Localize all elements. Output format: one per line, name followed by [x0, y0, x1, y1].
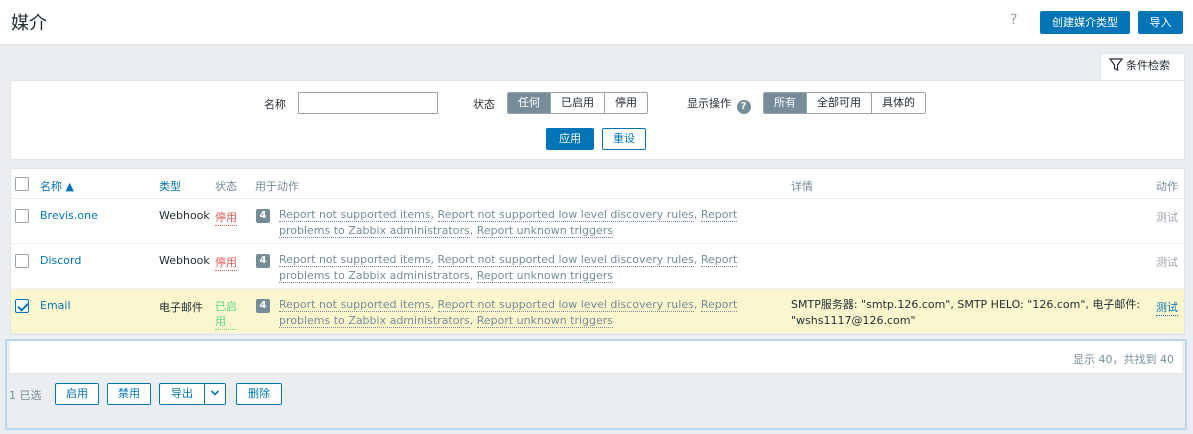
help-icon[interactable]: ?: [1010, 12, 1017, 28]
pagination-summary: 显示 40，共找到 40: [1073, 353, 1174, 366]
import-button[interactable]: 导入: [1138, 11, 1183, 34]
status-option-enabled[interactable]: 已启用: [551, 93, 605, 113]
row-checkbox[interactable]: [15, 299, 29, 313]
table-header-row: 名称 ▲ 类型 状态 用于动作 详情 动作: [11, 169, 1184, 199]
test-button[interactable]: 测试: [1156, 209, 1178, 225]
test-button[interactable]: 测试: [1156, 254, 1178, 270]
filter-tab-label: 条件检索: [1126, 59, 1170, 72]
select-all-checkbox[interactable]: [15, 177, 29, 191]
status-toggle[interactable]: 停用: [215, 254, 237, 271]
test-button[interactable]: 测试: [1156, 299, 1178, 316]
status-toggle[interactable]: 已启用: [215, 299, 237, 330]
export-dropdown-button[interactable]: [204, 383, 226, 405]
table-row: Brevis.one Webhook 停用 4 Report not suppo…: [11, 199, 1184, 244]
row-checkbox[interactable]: [15, 209, 29, 223]
column-used-in-actions: 用于动作: [255, 180, 299, 193]
pagination-bar: 显示 40，共找到 40: [10, 341, 1182, 374]
media-type: Webhook: [159, 209, 210, 222]
filter-name-input[interactable]: [298, 92, 438, 114]
action-link[interactable]: Report not supported low level discovery…: [437, 208, 694, 222]
column-name[interactable]: 名称 ▲: [40, 178, 74, 194]
used-in-actions: Report not supported items, Report not s…: [279, 208, 738, 238]
delete-button[interactable]: 删除: [236, 383, 282, 405]
actions-option-specific[interactable]: 具体的: [872, 93, 925, 113]
export-button[interactable]: 导出: [159, 383, 205, 405]
filter-status-label: 状态: [473, 98, 495, 111]
action-link[interactable]: Report unknown triggers: [476, 224, 614, 238]
actions-option-all-available[interactable]: 全部可用: [807, 93, 872, 113]
action-count-badge: 4: [256, 299, 270, 313]
action-link[interactable]: Report not supported low level discovery…: [437, 253, 694, 267]
row-checkbox[interactable]: [15, 254, 29, 268]
chevron-down-icon: [210, 390, 220, 396]
media-type: 电子邮件: [159, 301, 203, 314]
funnel-icon: [1108, 58, 1124, 71]
reset-button[interactable]: 重设: [602, 128, 646, 150]
media-name-link[interactable]: Email: [40, 299, 71, 312]
used-in-actions: Report not supported items, Report not s…: [279, 253, 738, 283]
page-title: 媒介: [11, 13, 47, 34]
table-row: Discord Webhook 停用 4 Report not supporte…: [11, 244, 1184, 289]
filter-tab[interactable]: 条件检索: [1100, 53, 1185, 80]
filter-actions-label: 显示操作 ?: [687, 95, 751, 114]
media-name-link[interactable]: Discord: [40, 254, 81, 267]
action-count-badge: 4: [256, 254, 270, 268]
action-link[interactable]: Report not supported items: [279, 208, 431, 222]
media-name-link[interactable]: Brevis.one: [40, 209, 98, 222]
column-action: 动作: [1156, 180, 1178, 193]
selected-count: 1 已选: [9, 389, 42, 402]
action-link[interactable]: Report unknown triggers: [476, 269, 614, 283]
filter-actions-label-text: 显示操作: [687, 97, 731, 110]
create-media-type-button[interactable]: 创建媒介类型: [1040, 11, 1130, 34]
media-details: SMTP服务器: "smtp.126.com", SMTP HELO: "126…: [791, 298, 1141, 327]
media-types-table: 名称 ▲ 类型 状态 用于动作 详情 动作 Brevis.one Webhook…: [10, 168, 1185, 335]
status-segmented-control: 任何 已启用 停用: [507, 92, 648, 114]
action-link[interactable]: Report not supported items: [279, 253, 431, 267]
status-option-disabled[interactable]: 停用: [605, 93, 647, 113]
disable-button[interactable]: 禁用: [107, 383, 151, 405]
actions-segmented-control: 所有 全部可用 具体的: [763, 92, 926, 114]
filter-panel: 名称 状态 任何 已启用 停用 显示操作 ? 所有 全部可用 具体的 应用 重设: [10, 80, 1185, 160]
column-status: 状态: [215, 180, 237, 193]
page-header: 媒介 ? 创建媒介类型 导入: [0, 0, 1193, 45]
action-link[interactable]: Report not supported low level discovery…: [437, 298, 694, 312]
status-option-any[interactable]: 任何: [508, 93, 551, 113]
table-row: Email 电子邮件 已启用 4 Report not supported it…: [11, 289, 1184, 334]
action-count-badge: 4: [256, 209, 270, 223]
enable-button[interactable]: 启用: [55, 383, 99, 405]
media-type: Webhook: [159, 254, 210, 267]
actions-option-all[interactable]: 所有: [764, 93, 807, 113]
apply-button[interactable]: 应用: [546, 128, 594, 150]
help-icon[interactable]: ?: [736, 100, 751, 114]
column-details: 详情: [791, 180, 813, 193]
action-link[interactable]: Report unknown triggers: [476, 314, 614, 328]
filter-name-label: 名称: [264, 98, 286, 111]
status-toggle[interactable]: 停用: [215, 209, 237, 226]
column-type[interactable]: 类型: [159, 178, 181, 194]
action-link[interactable]: Report not supported items: [279, 298, 431, 312]
action-footer: 显示 40，共找到 40 1 已选 启用 禁用 导出 删除: [5, 339, 1187, 430]
used-in-actions: Report not supported items, Report not s…: [279, 298, 738, 328]
